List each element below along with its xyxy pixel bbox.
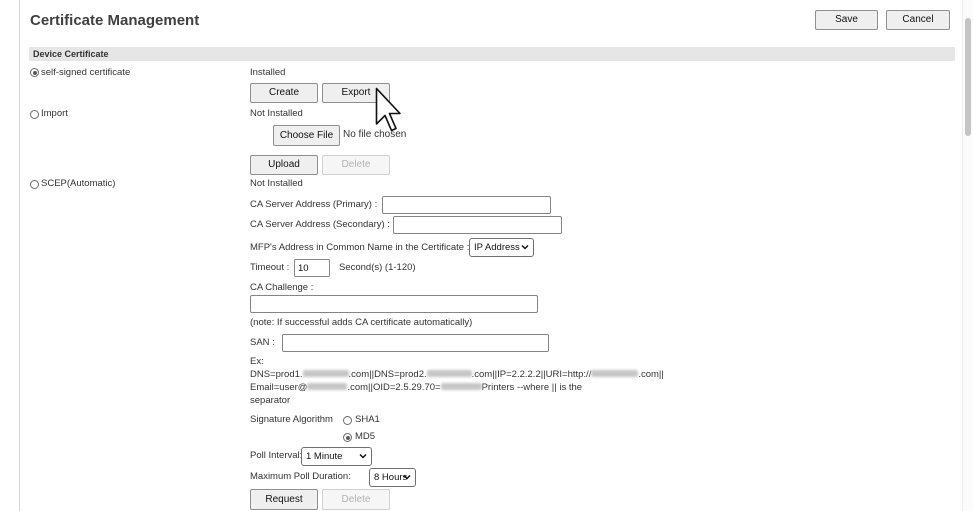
mouse-pointer-icon [375, 87, 401, 132]
create-button[interactable]: Create [250, 83, 318, 103]
common-name-label: MFP's Address in Common Name in the Cert… [250, 242, 470, 253]
example-line-3: separator [250, 395, 291, 406]
example-text: Email=user@ [250, 382, 308, 393]
common-name-select-value: IP Address [474, 242, 520, 253]
example-text: .com||IP=2.2.2.2||URI=http:// [471, 369, 592, 380]
sha1-label: SHA1 [355, 414, 380, 425]
ca-challenge-label: CA Challenge : [250, 282, 314, 293]
redacted-text [591, 369, 639, 377]
poll-interval-label: Poll Interval: [250, 450, 303, 461]
certificate-management-page: Certificate Management Save Cancel Devic… [0, 0, 973, 511]
upload-button[interactable]: Upload [250, 155, 318, 175]
example-line-1: DNS=prod1. .com||DNS=prod2. .com||IP=2.2.2… [250, 369, 664, 381]
ca-challenge-input[interactable] [250, 295, 538, 313]
ca-note: (note: If successful adds CA certificate… [250, 317, 473, 328]
import-status: Not Installed [250, 108, 303, 119]
example-text: .com||DNS=prod2. [348, 369, 427, 380]
self-signed-status: Installed [250, 67, 286, 78]
scep-delete-button[interactable]: Delete [322, 489, 390, 510]
cancel-button[interactable]: Cancel [886, 10, 950, 30]
poll-interval-select-value: 1 Minute [306, 451, 343, 462]
section-title: Device Certificate [33, 49, 109, 59]
self-signed-label: self-signed certificate [41, 67, 131, 78]
choose-file-button[interactable]: Choose File [273, 125, 340, 146]
sha1-radio[interactable] [343, 416, 352, 425]
max-poll-duration-select[interactable]: 8 Hours [369, 468, 416, 487]
example-text: DNS=prod1. [250, 369, 303, 380]
example-line-2: Email=user@ .com||OID=2.5.29.70= Printers … [250, 382, 582, 394]
timeout-unit: Second(s) (1-120) [339, 262, 416, 273]
import-radio[interactable] [30, 110, 39, 119]
redacted-text [302, 369, 349, 377]
page-title: Certificate Management [30, 12, 200, 29]
redacted-text [440, 382, 482, 390]
request-button[interactable]: Request [250, 489, 318, 510]
scep-status: Not Installed [250, 178, 303, 189]
san-input[interactable] [282, 334, 549, 352]
san-label: SAN : [250, 337, 275, 348]
common-name-select[interactable]: IP Address [469, 238, 534, 257]
example-text: Printers --where || is the [481, 382, 583, 393]
example-text: .com|| [638, 369, 664, 380]
md5-label: MD5 [355, 431, 376, 442]
ca-secondary-label: CA Server Address (Secondary) : [250, 219, 390, 230]
scep-label: SCEP(Automatic) [41, 178, 116, 189]
example-heading: Ex: [250, 356, 264, 367]
section-header: Device Certificate [29, 47, 955, 61]
chevron-down-icon [521, 244, 529, 250]
ca-primary-input[interactable] [382, 196, 551, 214]
save-button[interactable]: Save [815, 10, 878, 30]
md5-radio[interactable] [343, 433, 352, 442]
scrollbar-thumb[interactable] [965, 18, 971, 136]
import-label: Import [41, 108, 68, 119]
timeout-input[interactable] [294, 259, 330, 277]
redacted-text [307, 382, 348, 390]
signature-algorithm-label: Signature Algorithm [250, 414, 333, 425]
chevron-down-icon [403, 474, 411, 480]
left-divider [19, 0, 20, 511]
timeout-label: Timeout : [250, 262, 290, 273]
ca-primary-label: CA Server Address (Primary) : [250, 199, 378, 210]
chevron-down-icon [359, 453, 367, 459]
self-signed-radio[interactable] [30, 68, 39, 77]
max-poll-duration-label: Maximum Poll Duration: [250, 471, 351, 482]
poll-interval-select[interactable]: 1 Minute [301, 447, 372, 466]
scep-radio[interactable] [30, 180, 39, 189]
ca-secondary-input[interactable] [393, 216, 562, 234]
import-delete-button[interactable]: Delete [322, 155, 390, 175]
example-text: .com||OID=2.5.29.70= [347, 382, 441, 393]
redacted-text [426, 369, 472, 377]
